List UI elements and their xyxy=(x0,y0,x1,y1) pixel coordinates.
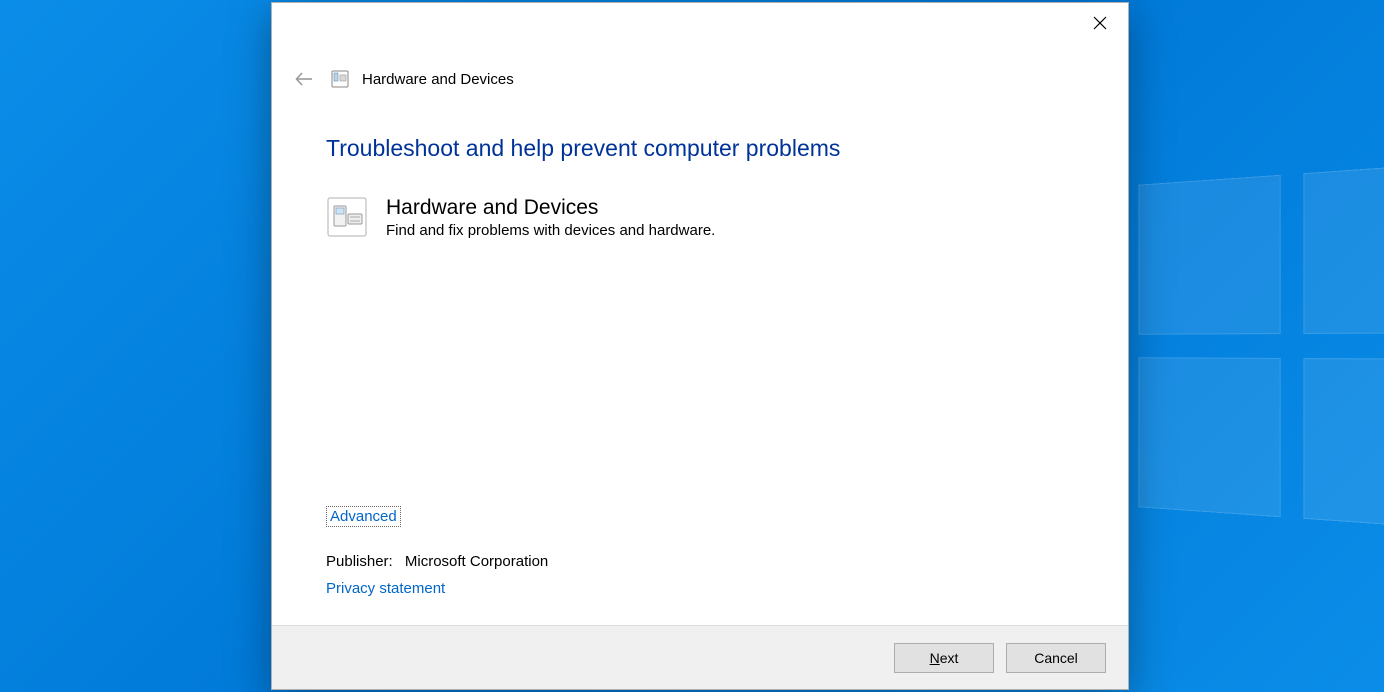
hardware-devices-icon xyxy=(326,196,368,238)
close-icon xyxy=(1093,16,1107,30)
cancel-button[interactable]: Cancel xyxy=(1006,643,1106,673)
titlebar xyxy=(272,3,1128,53)
publisher-value: Microsoft Corporation xyxy=(405,553,548,570)
button-bar: Next Cancel xyxy=(272,625,1128,689)
troubleshooter-item-text: Hardware and Devices Find and fix proble… xyxy=(386,196,715,239)
next-button[interactable]: Next xyxy=(894,643,994,673)
next-button-label-rest: ext xyxy=(940,650,959,666)
publisher-label: Publisher: xyxy=(326,553,393,570)
content-area: Troubleshoot and help prevent computer p… xyxy=(272,99,1128,625)
item-description: Find and fix problems with devices and h… xyxy=(386,222,715,239)
header-row: Hardware and Devices xyxy=(272,53,1128,99)
close-button[interactable] xyxy=(1072,3,1128,43)
troubleshooter-dialog: Hardware and Devices Troubleshoot and he… xyxy=(271,2,1129,690)
back-button[interactable] xyxy=(290,65,318,93)
desktop-windows-logo xyxy=(1139,162,1384,530)
privacy-statement-link[interactable]: Privacy statement xyxy=(326,580,445,597)
advanced-link[interactable]: Advanced xyxy=(326,506,401,527)
publisher-row: Publisher: Microsoft Corporation xyxy=(326,553,1074,570)
header-title: Hardware and Devices xyxy=(362,71,514,88)
back-arrow-icon xyxy=(293,68,315,90)
troubleshooter-header-icon xyxy=(330,69,350,89)
main-heading: Troubleshoot and help prevent computer p… xyxy=(326,135,1074,162)
troubleshooter-item: Hardware and Devices Find and fix proble… xyxy=(326,196,1074,239)
item-title: Hardware and Devices xyxy=(386,196,715,220)
